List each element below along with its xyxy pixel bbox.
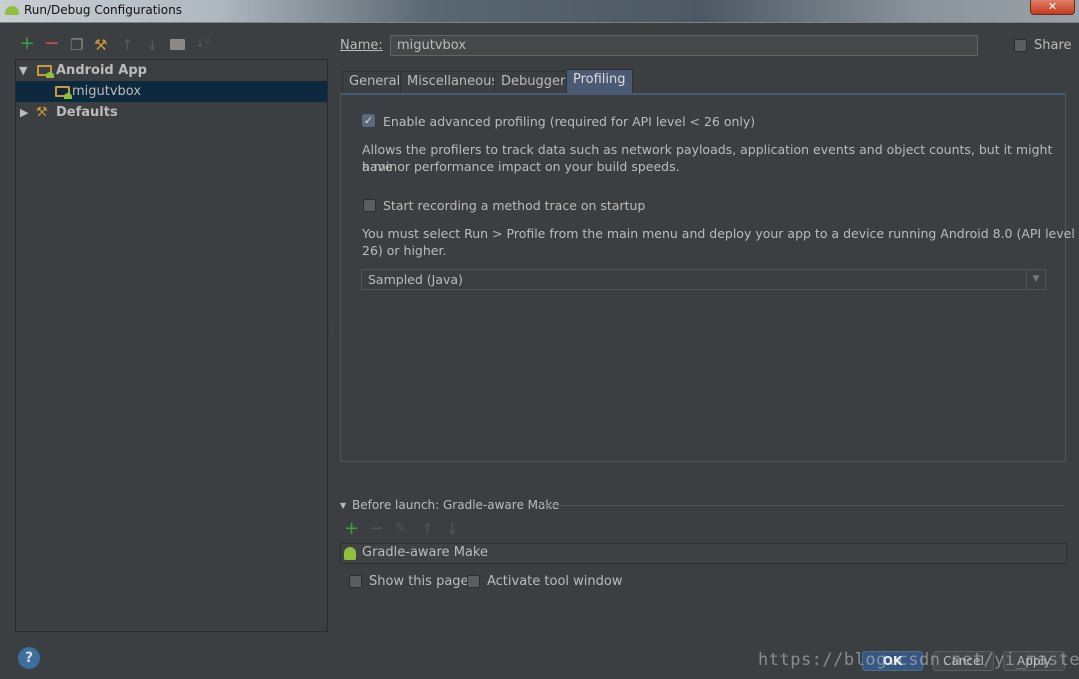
activate-tool-window-label: Activate tool window: [487, 574, 623, 589]
remove-task-icon[interactable]: −: [369, 518, 384, 539]
help-button[interactable]: ?: [18, 647, 40, 669]
name-label: Name:: [340, 38, 383, 53]
add-icon[interactable]: +: [19, 32, 35, 54]
remove-icon[interactable]: −: [44, 32, 60, 54]
move-task-down-icon[interactable]: ↓: [446, 520, 459, 538]
start-recording-checkbox[interactable]: [363, 199, 376, 212]
start-recording-label: Start recording a method trace on startu…: [383, 198, 646, 213]
show-this-page-checkbox[interactable]: [349, 575, 362, 588]
move-task-up-icon[interactable]: ↑: [421, 520, 434, 538]
name-input[interactable]: migutvbox: [390, 35, 978, 56]
enable-advanced-profiling-checkbox[interactable]: ✓: [362, 114, 375, 127]
collapse-triangle-icon[interactable]: ▼: [340, 501, 346, 510]
recording-desc: 26) or higher.: [362, 243, 447, 258]
add-task-icon[interactable]: +: [344, 518, 359, 539]
tab-profiling[interactable]: Profiling: [566, 69, 633, 93]
watermark: https://blog.csdn.net/yi_master: [758, 650, 1079, 670]
tree-item-android-app[interactable]: ▼ Android App: [16, 60, 327, 81]
enable-desc: a minor performance impact on your build…: [362, 159, 680, 174]
edit-task-icon[interactable]: ✎: [395, 521, 406, 536]
android-icon: [344, 547, 356, 560]
tab-miscellaneous[interactable]: Miscellaneous: [400, 71, 506, 93]
android-config-icon: [55, 86, 72, 99]
enable-advanced-profiling-label: Enable advanced profiling (required for …: [383, 114, 756, 129]
before-launch-label: Before launch: Gradle-aware Make: [352, 498, 560, 512]
wrench-icon: ⚒: [36, 105, 48, 120]
tab-debugger[interactable]: Debugger: [494, 71, 573, 93]
expand-arrow-icon[interactable]: ▼: [19, 60, 27, 81]
chevron-down-icon: ▼: [1026, 270, 1045, 289]
share-checkbox[interactable]: [1014, 39, 1027, 52]
move-up-icon[interactable]: ↑: [121, 36, 134, 54]
collapse-arrow-icon[interactable]: ▶: [20, 102, 28, 123]
splitter-handle[interactable]: ⋮: [328, 325, 337, 335]
recording-desc: You must select Run > Profile from the m…: [362, 226, 1075, 241]
tree-item-label: Android App: [56, 63, 147, 78]
configurations-tree[interactable]: ▼ Android App migutvbox ▶ ⚒ Defaults: [15, 59, 328, 632]
wrench-icon[interactable]: ⚒: [94, 36, 107, 54]
close-button[interactable]: ✕: [1030, 0, 1075, 15]
divider: [540, 505, 1064, 506]
sort-icon[interactable]: ↓ᶻ: [195, 36, 209, 50]
tab-general[interactable]: General: [342, 71, 408, 93]
tree-item-defaults[interactable]: ▶ ⚒ Defaults: [16, 102, 327, 123]
task-label: Gradle-aware Make: [362, 545, 488, 560]
copy-icon[interactable]: ❐: [70, 36, 83, 54]
activate-tool-window-checkbox[interactable]: [467, 575, 480, 588]
window-title: Run/Debug Configurations: [24, 3, 182, 17]
android-folder-icon: [37, 65, 54, 78]
tree-item-migutvbox[interactable]: migutvbox: [16, 81, 327, 102]
move-down-icon[interactable]: ↓: [146, 36, 159, 54]
trace-type-select[interactable]: Sampled (Java) ▼: [361, 269, 1046, 290]
folder-icon[interactable]: [170, 39, 185, 50]
title-bar: Run/Debug Configurations ✕: [0, 0, 1079, 23]
tree-item-label: migutvbox: [72, 84, 142, 99]
task-list-item[interactable]: Gradle-aware Make: [340, 543, 1067, 564]
tree-item-label: Defaults: [56, 105, 118, 120]
show-this-page-label: Show this page: [369, 574, 469, 589]
trace-type-value: Sampled (Java): [368, 272, 463, 287]
share-label: Share: [1034, 38, 1072, 53]
android-logo-icon: [5, 6, 19, 15]
